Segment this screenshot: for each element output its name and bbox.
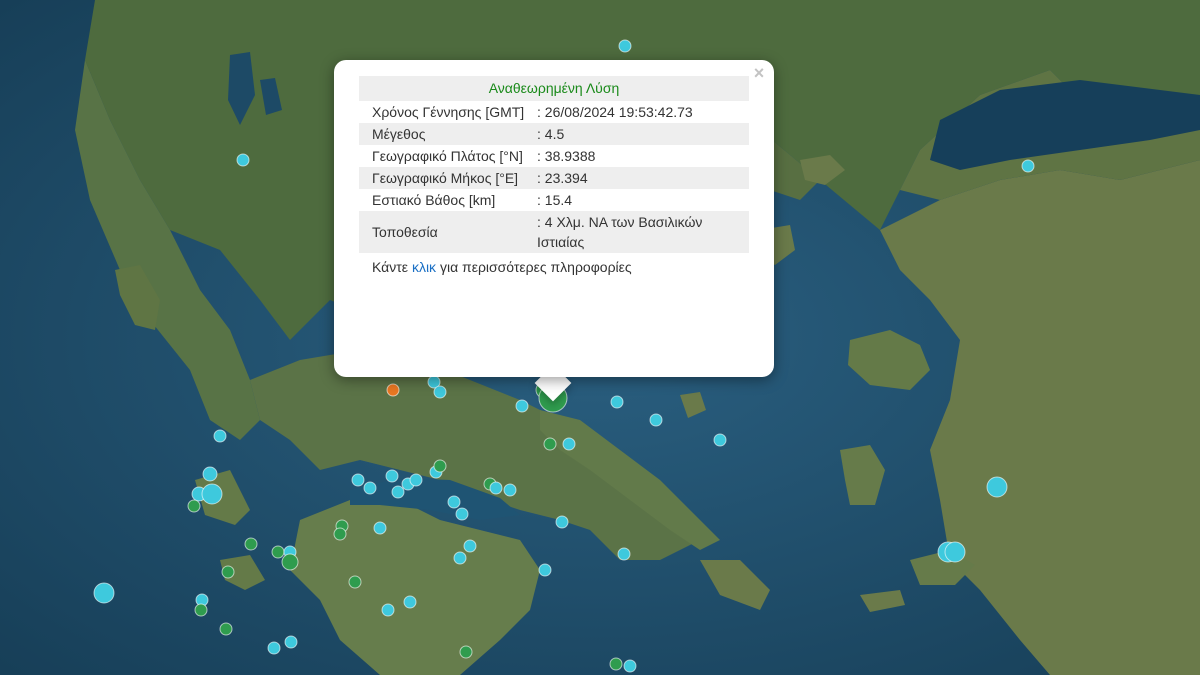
earthquake-marker-icon[interactable] (373, 521, 387, 535)
earthquake-marker-icon[interactable] (447, 495, 461, 509)
earthquake-marker-icon[interactable] (617, 547, 631, 561)
earthquake-marker-icon[interactable] (433, 385, 447, 399)
earthquake-marker-icon[interactable] (391, 485, 405, 499)
earthquake-marker-icon[interactable] (623, 659, 637, 673)
earthquake-marker-icon[interactable] (348, 575, 362, 589)
info-row-origin-time: Χρόνος Γέννησης [GMT] : 26/08/2024 19:53… (359, 101, 749, 123)
earthquake-marker-icon[interactable] (503, 483, 517, 497)
label-origin-time: Χρόνος Γέννησης [GMT] (372, 104, 525, 120)
earthquake-marker-icon[interactable] (538, 563, 552, 577)
more-info-line: Κάντε κλικ για περισσότερες πληροφορίες (372, 257, 749, 277)
value-location: : 4 Χλμ. ΝΑ των Βασιλικών Ιστιαίας (537, 211, 749, 253)
earthquake-marker-icon[interactable] (333, 527, 347, 541)
label-location: Τοποθεσία (359, 211, 537, 253)
earthquake-marker-icon[interactable] (489, 481, 503, 495)
earthquake-marker-icon[interactable] (221, 565, 235, 579)
earthquake-marker-icon[interactable] (244, 537, 258, 551)
earthquake-marker-icon[interactable] (610, 395, 624, 409)
info-table: Χρόνος Γέννησης [GMT] : 26/08/2024 19:53… (359, 101, 749, 253)
earthquake-marker-icon[interactable] (453, 551, 467, 565)
more-info-suffix: για περισσότερες πληροφορίες (439, 259, 632, 275)
earthquake-marker-icon[interactable] (284, 635, 298, 649)
earthquake-marker-icon[interactable] (281, 553, 299, 571)
value-depth: : 15.4 (537, 192, 573, 208)
info-row-latitude: Γεωγραφικό Πλάτος [°N] : 38.9388 (359, 145, 749, 167)
earthquake-marker-icon[interactable] (201, 483, 223, 505)
info-row-location: Τοποθεσία : 4 Χλμ. ΝΑ των Βασιλικών Ιστι… (359, 211, 749, 253)
value-origin-time: : 26/08/2024 19:53:42.73 (537, 104, 693, 120)
earthquake-marker-icon[interactable] (409, 473, 423, 487)
earthquake-marker-icon[interactable] (386, 383, 400, 397)
earthquake-marker-icon[interactable] (267, 641, 281, 655)
earthquake-marker-icon[interactable] (455, 507, 469, 521)
earthquake-marker-icon[interactable] (649, 413, 663, 427)
earthquake-marker-icon[interactable] (363, 481, 377, 495)
earthquake-marker-icon[interactable] (381, 603, 395, 617)
earthquake-marker-icon[interactable] (986, 476, 1008, 498)
earthquake-marker-icon[interactable] (219, 622, 233, 636)
earthquake-marker-icon[interactable] (463, 539, 477, 553)
earthquake-info-popup: × Αναθεωρημένη Λύση Χρόνος Γέννησης [GMT… (334, 60, 774, 377)
info-row-magnitude: Μέγεθος : 4.5 (359, 123, 749, 145)
close-icon[interactable]: × (750, 64, 768, 82)
earthquake-marker-icon[interactable] (562, 437, 576, 451)
earthquake-marker-icon[interactable] (609, 657, 623, 671)
info-row-depth: Εστιακό Βάθος [km] : 15.4 (359, 189, 749, 211)
earthquake-marker-icon[interactable] (1021, 159, 1035, 173)
earthquake-marker-icon[interactable] (194, 603, 208, 617)
earthquake-marker-icon[interactable] (236, 153, 250, 167)
label-depth: Εστιακό Βάθος [km] (372, 192, 496, 208)
popup-title: Αναθεωρημένη Λύση (359, 76, 749, 101)
earthquake-marker-icon[interactable] (543, 437, 557, 451)
earthquake-marker-icon[interactable] (213, 429, 227, 443)
earthquake-marker-icon[interactable] (93, 582, 115, 604)
info-row-longitude: Γεωγραφικό Μήκος [°E] : 23.394 (359, 167, 749, 189)
earthquake-marker-icon[interactable] (385, 469, 399, 483)
earthquake-marker-icon[interactable] (187, 499, 201, 513)
value-longitude: : 23.394 (537, 167, 749, 189)
earthquake-marker-icon[interactable] (515, 399, 529, 413)
earthquake-marker-icon[interactable] (433, 459, 447, 473)
earthquake-marker-icon[interactable] (944, 541, 966, 563)
label-magnitude: Μέγεθος (359, 123, 537, 145)
more-info-link[interactable]: κλικ (412, 259, 436, 275)
earthquake-marker-icon[interactable] (618, 39, 632, 53)
more-info-prefix: Κάντε (372, 259, 409, 275)
value-latitude: : 38.9388 (537, 148, 596, 164)
label-latitude: Γεωγραφικό Πλάτος [°N] (372, 148, 523, 164)
earthquake-marker-icon[interactable] (713, 433, 727, 447)
earthquake-marker-icon[interactable] (459, 645, 473, 659)
earthquake-marker-icon[interactable] (555, 515, 569, 529)
popup-pointer-cover (530, 360, 580, 377)
label-longitude: Γεωγραφικό Μήκος [°E] (359, 167, 537, 189)
value-magnitude: : 4.5 (537, 123, 749, 145)
earthquake-marker-icon[interactable] (403, 595, 417, 609)
earthquake-marker-icon[interactable] (351, 473, 365, 487)
earthquake-marker-icon[interactable] (271, 545, 285, 559)
earthquake-marker-icon[interactable] (202, 466, 218, 482)
